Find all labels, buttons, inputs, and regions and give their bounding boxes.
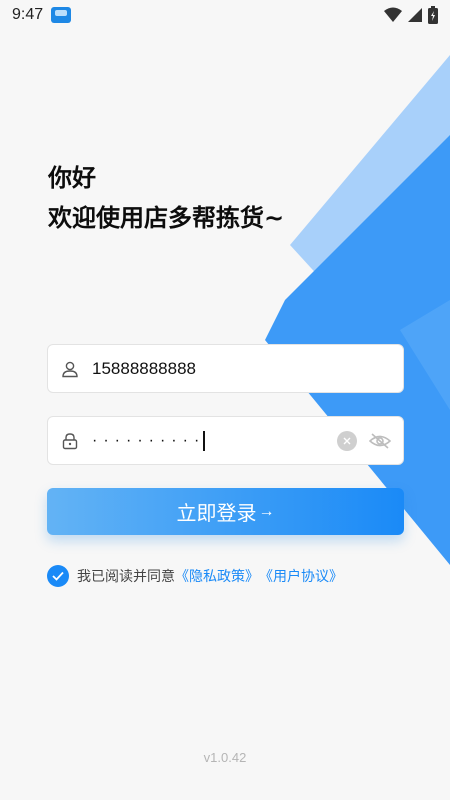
deco-mid-shape xyxy=(400,300,450,410)
background-decoration xyxy=(265,55,450,565)
eye-off-icon[interactable] xyxy=(369,432,391,450)
password-field[interactable]: ·········· xyxy=(47,416,404,465)
text-caret xyxy=(203,430,206,451)
login-button[interactable]: 立即登录 → xyxy=(47,488,404,535)
greeting-line-1: 你好 xyxy=(48,164,96,192)
greeting-line-2: 欢迎使用店多帮拣货~ xyxy=(48,204,285,232)
agreement-text: 我已阅读并同意 xyxy=(77,569,175,585)
password-masked-value: ·········· xyxy=(92,431,206,449)
battery-icon xyxy=(428,6,438,24)
phone-input[interactable]: 15888888888 xyxy=(92,359,391,379)
user-icon xyxy=(60,359,80,379)
agreement-row: 我已阅读并同意 《隐私政策》 《用户协议》 xyxy=(47,565,343,587)
check-icon xyxy=(52,571,64,581)
agreement-checkbox[interactable] xyxy=(47,565,69,587)
status-bar: 9:47 xyxy=(0,0,450,30)
clear-icon[interactable] xyxy=(337,430,357,451)
wifi-icon xyxy=(384,7,402,22)
privacy-policy-link[interactable]: 《隐私政策》 xyxy=(175,566,259,586)
greeting: 你好 欢迎使用店多帮拣货~ xyxy=(48,158,284,238)
login-button-label: 立即登录 xyxy=(176,503,257,525)
user-agreement-link[interactable]: 《用户协议》 xyxy=(259,566,343,586)
notification-app-icon xyxy=(51,7,72,23)
phone-field[interactable]: 15888888888 xyxy=(47,344,404,393)
password-input[interactable]: ·········· xyxy=(92,430,337,451)
lock-icon xyxy=(60,431,80,451)
app-version: v1.0.42 xyxy=(203,750,247,765)
arrow-right-icon: → xyxy=(258,502,275,520)
status-icons xyxy=(384,6,438,24)
signal-icon xyxy=(408,8,422,22)
status-time: 9:47 xyxy=(12,6,44,23)
password-actions xyxy=(337,430,391,451)
